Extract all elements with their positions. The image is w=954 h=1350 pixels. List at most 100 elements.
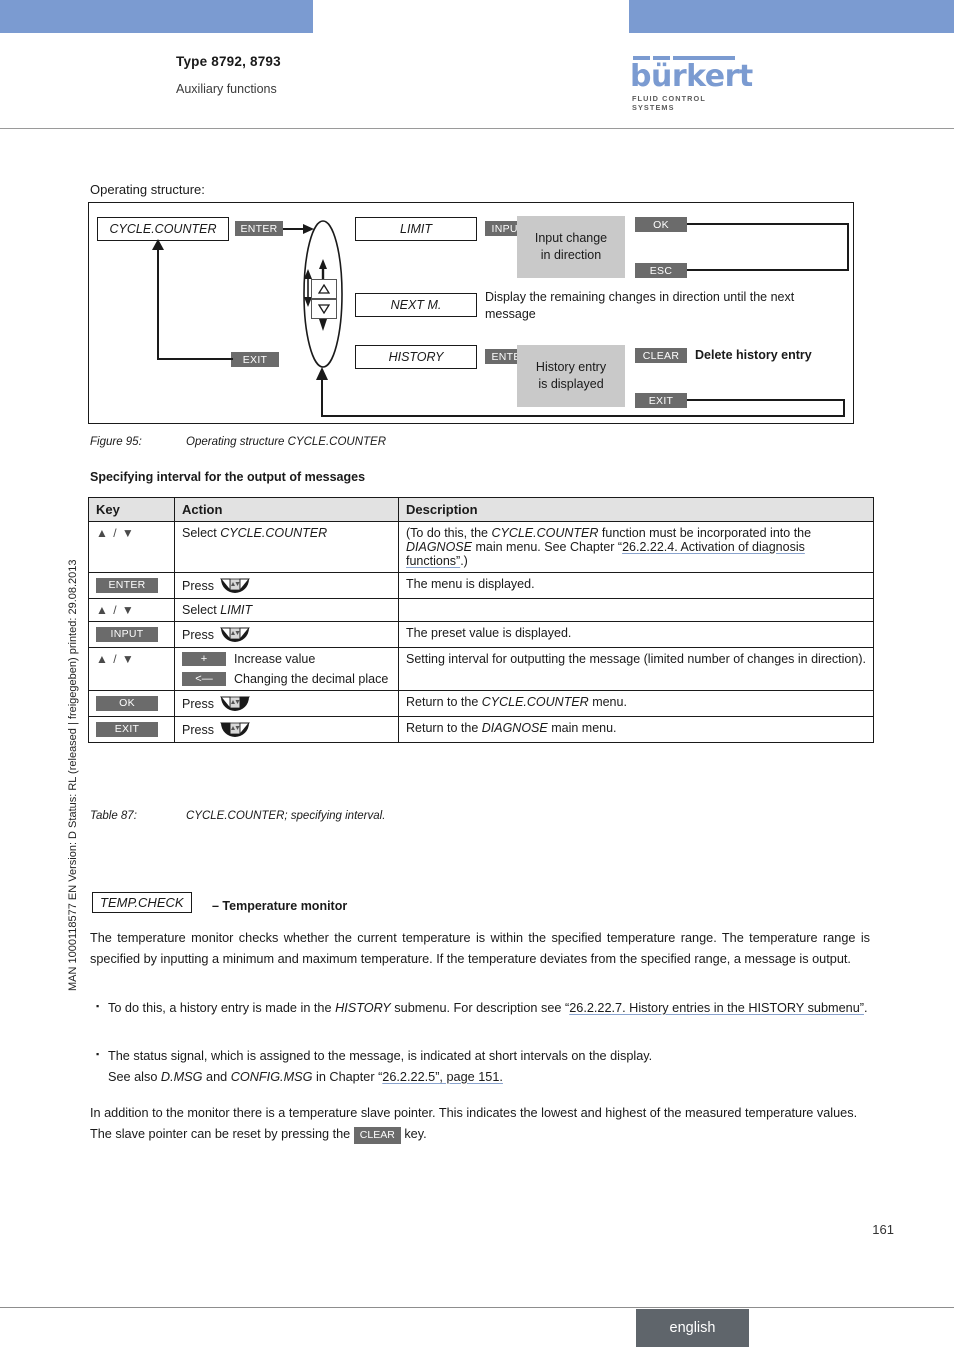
table-cell-key: EXIT — [88, 716, 175, 743]
press-key-icon — [220, 627, 250, 642]
diagram-line — [687, 269, 849, 271]
table-caption: Table 87: CYCLE.COUNTER; specifying inter… — [90, 810, 385, 822]
arrow-head-icon — [316, 367, 328, 380]
diagram-line — [687, 223, 849, 225]
action-line-text: Changing the decimal place — [234, 672, 389, 686]
table-cell-action: + Increase value <— Changing the decimal… — [174, 647, 399, 691]
desc-italic: CYCLE.COUNTER — [481, 695, 589, 709]
key-badge-exit: EXIT — [96, 721, 158, 737]
chapter-link[interactable]: 26.2.22.5”, page 151. — [382, 1070, 503, 1084]
diagram-panel-history-entry: History entry is displayed — [517, 345, 625, 407]
up-down-arrows-icon: ▲ / ▼ — [96, 652, 135, 666]
list-item: ▪ The status signal, which is assigned to… — [96, 1046, 870, 1087]
diagram-key-esc: ESC — [635, 263, 687, 278]
diagram-node-cycle-counter: CYCLE.COUNTER — [97, 217, 229, 241]
action-italic: LIMIT — [220, 603, 253, 617]
temp-check-closing-paragraph: In addition to the monitor there is a te… — [90, 1103, 872, 1144]
header-type-line: Type 8792, 8793 — [176, 54, 281, 69]
table-header-row: Key Action Description — [88, 497, 874, 522]
diagram-line — [321, 415, 845, 418]
header-divider — [0, 128, 954, 129]
key-badge-enter: ENTER — [96, 577, 158, 593]
footer-divider — [0, 1307, 954, 1308]
diagram-node-limit: LIMIT — [355, 217, 477, 241]
figure-caption-text: Operating structure CYCLE.COUNTER — [186, 436, 387, 448]
desc-italic: DIAGNOSE — [406, 540, 472, 554]
action-text: Press — [182, 696, 214, 711]
action-text: Press — [182, 578, 214, 593]
bullet-part: in Chapter “ — [312, 1069, 383, 1084]
table-cell-key: OK — [88, 690, 175, 717]
action-text: Select — [182, 603, 221, 617]
desc-part: .) — [460, 554, 468, 568]
diagram-node-next-m: NEXT M. — [355, 293, 477, 317]
table-cell-action: Press — [174, 716, 399, 743]
key-badge-plus: + — [182, 652, 226, 666]
table-cell-key: ▲ / ▼ — [88, 521, 175, 573]
bullet-dot-icon: ▪ — [96, 1049, 100, 1059]
table-row: ▲ / ▼ Select CYCLE.COUNTER (To do this, … — [88, 521, 874, 573]
panel-line-2: is displayed — [538, 377, 604, 391]
up-down-arrows-icon: ▲ / ▼ — [96, 603, 135, 617]
key-badge-input: INPUT — [96, 626, 158, 642]
desc-italic: CYCLE.COUNTER — [491, 526, 599, 540]
closing-part: In addition to the monitor there is a te… — [90, 1106, 858, 1141]
diagram-key-exit-history: EXIT — [635, 393, 687, 408]
diagram-key-down-icon — [311, 299, 337, 319]
table-cell-action: Select CYCLE.COUNTER — [174, 521, 399, 573]
panel-line-1: History entry — [535, 360, 607, 375]
table-cell-description: Return to the CYCLE.COUNTER menu. — [398, 690, 874, 717]
bullet-part: submenu. For description see “ — [390, 1001, 570, 1015]
key-badge-ok: OK — [96, 695, 158, 711]
bullet-italic: HISTORY — [335, 1001, 391, 1015]
figure-caption-label: Figure 95: — [90, 436, 142, 448]
burkert-logo: bürkert FLUID CONTROL SYSTEMS — [630, 56, 753, 112]
table-row: INPUT Press The preset value is displaye… — [88, 621, 874, 648]
bullet-italic: D.MSG — [160, 1069, 203, 1084]
list-item: ▪ To do this, a history entry is made in … — [96, 998, 870, 1019]
action-italic: CYCLE.COUNTER — [220, 526, 328, 540]
table-col-key: Key — [88, 497, 175, 522]
table-row: ▲ / ▼ Select LIMIT — [88, 598, 874, 622]
diagram-delete-history-label: Delete history entry — [695, 348, 812, 362]
logo-wordmark: bürkert — [630, 59, 753, 94]
table-cell-description: Setting interval for outputting the mess… — [398, 647, 874, 691]
bullet-part: See also — [108, 1069, 161, 1084]
arrow-head-icon — [152, 239, 164, 250]
diagram-panel-input-change: Input change in direction — [517, 216, 625, 278]
page-number: 161 — [872, 1222, 894, 1237]
table-cell-description — [398, 598, 874, 622]
closing-part: key. — [400, 1126, 427, 1141]
temp-check-paragraph: The temperature monitor checks whether t… — [90, 931, 870, 966]
logo-tagline: FLUID CONTROL SYSTEMS — [632, 94, 706, 112]
table-cell-key: ▲ / ▼ — [88, 647, 175, 691]
table-cell-key: ENTER — [88, 572, 175, 599]
table-cell-action: Press — [174, 621, 399, 648]
chapter-link[interactable]: 26.2.22.7. History entries in the HISTOR… — [569, 1001, 864, 1015]
table-cell-key: ▲ / ▼ — [88, 598, 175, 622]
table-row: OK Press Return to the CYCLE.COUNTER men… — [88, 690, 874, 717]
panel-line-1: Input change — [534, 231, 608, 246]
operating-structure-label: Operating structure: — [90, 182, 205, 197]
table-cell-action: Press — [174, 690, 399, 717]
diagram-line — [157, 248, 160, 360]
bullet-part: To do this, a history entry is made in t… — [108, 1001, 336, 1015]
table-cell-description: (To do this, the CYCLE.COUNTER function … — [398, 521, 874, 573]
desc-text: Return to the — [406, 721, 482, 735]
action-line: <— Changing the decimal place — [182, 672, 391, 686]
action-line-text: Increase value — [234, 652, 316, 666]
header-blue-bar-right — [629, 0, 954, 33]
figure-caption: Figure 95: Operating structure CYCLE.COUN… — [90, 436, 386, 448]
bullet-part: and — [202, 1069, 231, 1084]
desc-text: Return to the — [406, 695, 482, 709]
temp-check-box: TEMP.CHECK — [92, 892, 192, 913]
action-line: + Increase value — [182, 652, 391, 666]
desc-tail: menu. — [588, 695, 627, 709]
diagram-key-up-icon — [311, 279, 337, 299]
key-action-table: Key Action Description ▲ / ▼ Select CYCL… — [88, 497, 874, 743]
next-m-desc-line-2: message — [485, 306, 536, 321]
table-cell-key: INPUT — [88, 621, 175, 648]
diagram-key-enter-root: ENTER — [235, 221, 283, 236]
panel-line-2: in direction — [540, 248, 602, 262]
diagram-next-m-description: Display the remaining changes in directi… — [485, 289, 845, 323]
